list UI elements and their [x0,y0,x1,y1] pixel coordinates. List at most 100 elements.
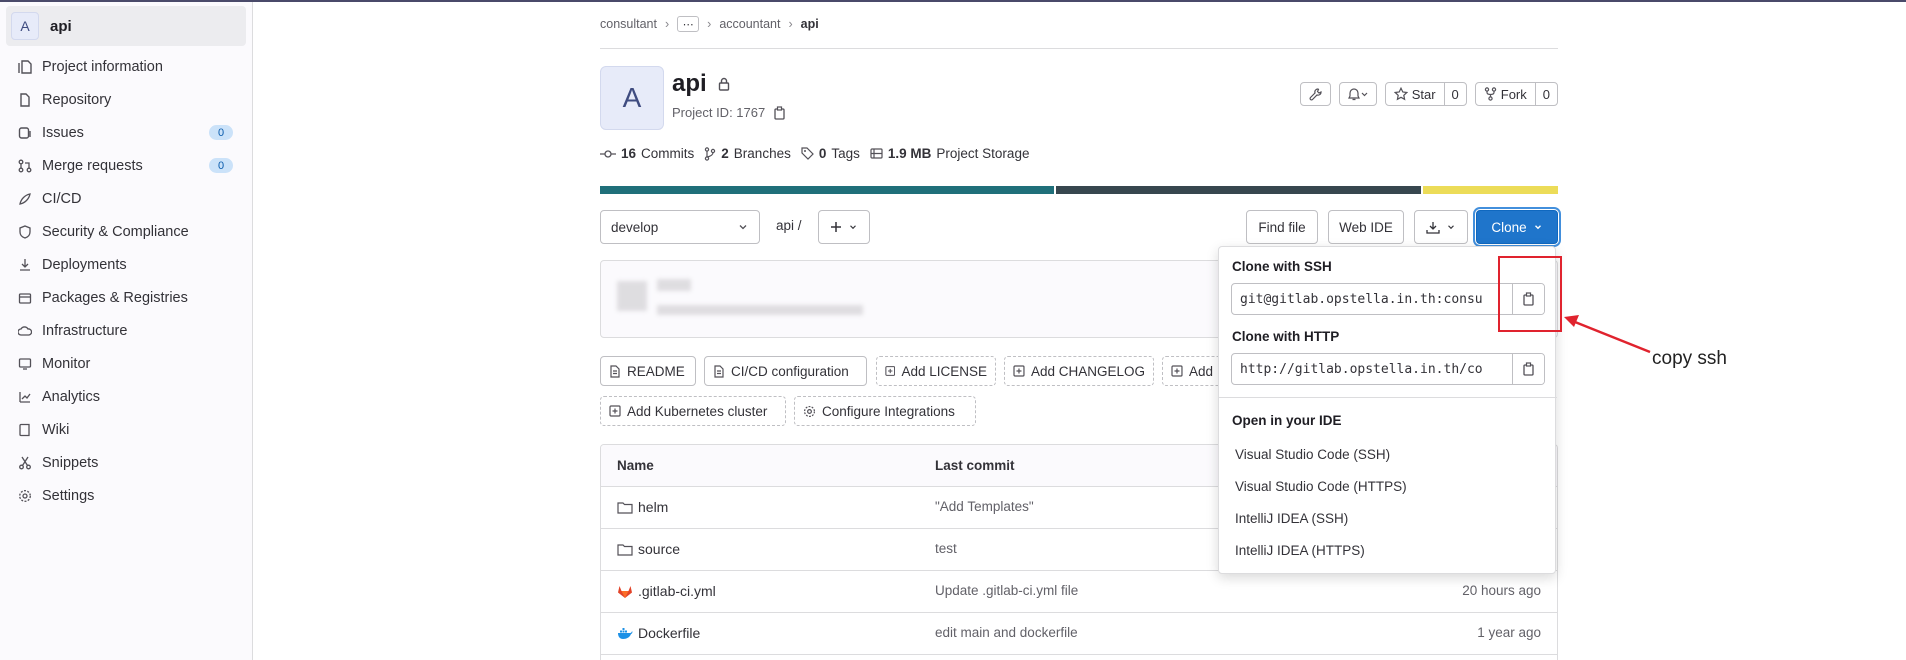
add-contributing-button[interactable]: Add [1162,356,1222,386]
repository-language-bar[interactable] [600,186,1558,194]
breadcrumb-more-button[interactable]: ⋯ [677,16,700,32]
issues-icon [16,124,34,142]
open-vscode-https-item[interactable]: Visual Studio Code (HTTPS) [1235,479,1407,494]
sidebar-item-label: Repository [42,91,112,108]
find-file-button[interactable]: Find file [1246,210,1318,244]
sidebar-project-name: api [50,17,72,35]
notifications-button[interactable] [1338,82,1377,106]
commits-stat[interactable]: 16 Commits [600,146,694,161]
clone-ssh-url-input[interactable]: git@gitlab.opstella.in.th:consu [1232,284,1512,314]
readme-button[interactable]: README [600,356,696,386]
sidebar-item-label: Project information [42,58,163,75]
clone-http-url-input[interactable]: http://gitlab.opstella.in.th/co [1232,354,1512,384]
plus-square-icon [1171,365,1183,377]
gear-icon [803,405,816,417]
file-name-link[interactable]: helm [617,499,668,515]
folder-icon [617,543,633,556]
sidebar-item-analytics[interactable]: Analytics [0,380,253,413]
commit-message-link[interactable]: edit main and dockerfile [935,625,1078,640]
project-stats: 16 Commits 2 Branches 0 Tags 1.9 MB Project … [600,146,1029,161]
cicd-configuration-button[interactable]: CI/CD configuration [704,356,867,386]
sidebar-item-label: Settings [42,487,95,504]
commit-message-link[interactable]: test [935,541,957,556]
plus-square-icon [885,366,896,376]
clone-button-label: Clone [1491,219,1527,235]
shield-icon [16,223,34,241]
table-row[interactable]: .gitlab-ci.yml Update .gitlab-ci.yml fil… [601,571,1557,613]
configure-integrations-button[interactable]: Configure Integrations [794,396,976,426]
column-header-name: Name [617,458,654,473]
add-changelog-button[interactable]: Add CHANGELOG [1004,356,1154,386]
commit-message-link[interactable]: "Add Templates" [935,499,1034,514]
sidebar-item-snippets[interactable]: Snippets [0,446,253,479]
project-avatar-small: A [11,12,39,40]
branch-selector[interactable]: develop [600,210,760,244]
open-intellij-https-item[interactable]: IntelliJ IDEA (HTTPS) [1235,543,1365,558]
clone-button[interactable]: Clone [1473,207,1561,247]
web-ide-button[interactable]: Web IDE [1328,210,1404,244]
storage-stat[interactable]: 1.9 MB Project Storage [870,146,1029,161]
sidebar-item-wiki[interactable]: Wiki [0,413,253,446]
download-button[interactable] [1414,210,1468,244]
tag-icon [801,147,814,160]
fork-count[interactable]: 0 [1534,83,1557,105]
sidebar-item-merge-requests[interactable]: Merge requests 0 [0,149,253,182]
language-segment[interactable] [1056,186,1421,194]
star-button[interactable]: Star 0 [1384,82,1467,106]
gitlab-icon [618,585,632,598]
annotation-label: copy ssh [1652,348,1727,369]
file-name-link[interactable]: Dockerfile [617,625,700,641]
table-row[interactable]: Dockerfile edit main and dockerfile 1 ye… [601,613,1557,655]
add-kubernetes-cluster-button[interactable]: Add Kubernetes cluster [600,396,786,426]
copy-http-url-button[interactable] [1512,354,1544,384]
branches-stat[interactable]: 2 Branches [704,146,791,161]
copy-project-id-icon[interactable] [773,105,786,120]
branch-selector-value: develop [611,219,659,235]
file-name-link[interactable]: .gitlab-ci.yml [617,583,716,599]
chevron-down-icon [1448,225,1454,230]
sidebar-item-monitor[interactable]: Monitor [0,347,253,380]
fork-button[interactable]: Fork 0 [1474,82,1558,106]
sidebar-item-packages-registries[interactable]: Packages & Registries [0,281,253,314]
breadcrumb-divider [600,48,1558,49]
sidebar-item-infrastructure[interactable]: Infrastructure [0,314,253,347]
language-segment[interactable] [600,186,1054,194]
star-count[interactable]: 0 [1443,83,1466,105]
sidebar-project-header[interactable]: A api [6,6,246,46]
breadcrumb-item-accountant[interactable]: accountant [719,17,780,31]
sidebar-item-deployments[interactable]: Deployments [0,248,253,281]
commit-title-redacted [657,279,691,291]
storage-icon [870,148,883,159]
clone-http-field: http://gitlab.opstella.in.th/co [1231,353,1545,385]
add-license-button[interactable]: Add LICENSE [876,356,996,386]
open-intellij-ssh-item[interactable]: IntelliJ IDEA (SSH) [1235,511,1348,526]
language-segment[interactable] [1423,186,1558,194]
docker-icon [618,627,633,639]
commit-author-avatar[interactable] [617,281,647,311]
clone-http-heading: Clone with HTTP [1232,329,1340,344]
commit-message-link[interactable]: Update .gitlab-ci.yml file [935,583,1078,598]
sidebar-item-issues[interactable]: Issues 0 [0,116,253,149]
sidebar-item-project-information[interactable]: Project information [0,50,253,83]
file-name-link[interactable]: source [617,541,680,557]
commit-icon [600,149,616,158]
sidebar-item-security-compliance[interactable]: Security & Compliance [0,215,253,248]
breadcrumb-item-api[interactable]: api [801,17,819,31]
tags-stat[interactable]: 0 Tags [801,146,860,161]
merge-request-icon [16,157,34,175]
breadcrumb-separator-icon: › [707,17,712,31]
sidebar-item-label: Deployments [42,256,127,273]
sidebar-item-settings[interactable]: Settings [0,479,253,512]
branch-icon [705,146,716,161]
project-id-text: Project ID: 1767 [672,105,766,120]
breadcrumb: consultant › ⋯ › accountant › api [600,16,819,32]
open-vscode-ssh-item[interactable]: Visual Studio Code (SSH) [1235,447,1390,462]
bell-icon [1340,83,1376,105]
settings-wrench-button[interactable] [1299,82,1331,106]
sidebar-item-cicd[interactable]: CI/CD [0,182,253,215]
breadcrumb-item-consultant[interactable]: consultant [600,17,657,31]
sidebar-item-repository[interactable]: Repository [0,83,253,116]
merge-requests-count-badge: 0 [209,158,233,173]
add-to-tree-button[interactable] [818,210,870,244]
open-in-ide-heading: Open in your IDE [1232,413,1342,428]
